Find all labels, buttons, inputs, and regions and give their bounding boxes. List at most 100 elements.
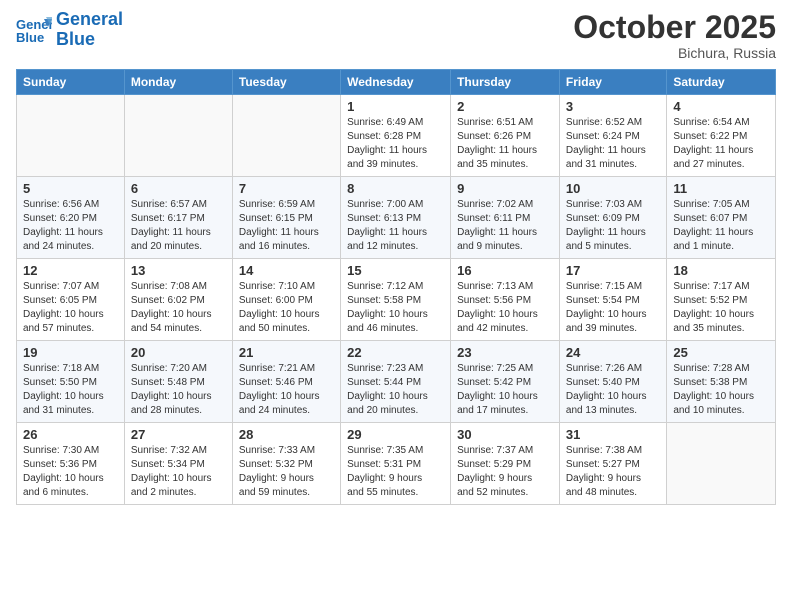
day-info: Sunrise: 7:12 AM Sunset: 5:58 PM Dayligh…	[347, 280, 444, 336]
day-number: 13	[131, 263, 226, 278]
day-cell-9: 9 Sunrise: 7:02 AM Sunset: 6:11 PM Daylig…	[451, 177, 560, 259]
day-number: 18	[673, 263, 769, 278]
day-info: Sunrise: 7:17 AM Sunset: 5:52 PM Dayligh…	[673, 280, 769, 336]
day-info: Sunrise: 7:02 AM Sunset: 6:11 PM Dayligh…	[457, 198, 553, 254]
day-cell-20: 20 Sunrise: 7:20 AM Sunset: 5:48 PM Dayli…	[124, 341, 232, 423]
calendar-week-2: 5 Sunrise: 6:56 AM Sunset: 6:20 PM Daylig…	[17, 177, 776, 259]
day-number: 14	[239, 263, 334, 278]
col-header-thursday: Thursday	[451, 70, 560, 95]
day-info: Sunrise: 7:03 AM Sunset: 6:09 PM Dayligh…	[566, 198, 660, 254]
day-info: Sunrise: 7:13 AM Sunset: 5:56 PM Dayligh…	[457, 280, 553, 336]
page: General Blue General Blue October 2025 B…	[0, 0, 792, 521]
day-info: Sunrise: 7:00 AM Sunset: 6:13 PM Dayligh…	[347, 198, 444, 254]
day-cell-7: 7 Sunrise: 6:59 AM Sunset: 6:15 PM Daylig…	[232, 177, 340, 259]
day-cell-15: 15Sunrise: 7:12 AM Sunset: 5:58 PM Dayli…	[341, 259, 451, 341]
day-info: Sunrise: 7:37 AM Sunset: 5:29 PM Dayligh…	[457, 444, 553, 500]
logo-icon: General Blue	[16, 15, 52, 45]
day-number: 6	[131, 181, 226, 196]
day-number: 7	[239, 181, 334, 196]
day-info: Sunrise: 7:38 AM Sunset: 5:27 PM Dayligh…	[566, 444, 660, 500]
day-cell-14: 14 Sunrise: 7:10 AM Sunset: 6:00 PM Dayli…	[232, 259, 340, 341]
col-header-tuesday: Tuesday	[232, 70, 340, 95]
day-cell-12: 12Sunrise: 7:07 AM Sunset: 6:05 PM Dayli…	[17, 259, 125, 341]
month-title: October 2025	[573, 10, 776, 45]
day-info: Sunrise: 7:26 AM Sunset: 5:40 PM Dayligh…	[566, 362, 660, 418]
day-number: 11	[673, 181, 769, 196]
day-cell-11: 11 Sunrise: 7:05 AM Sunset: 6:07 PM Dayli…	[667, 177, 776, 259]
day-info: Sunrise: 7:28 AM Sunset: 5:38 PM Dayligh…	[673, 362, 769, 418]
day-cell-10: 10 Sunrise: 7:03 AM Sunset: 6:09 PM Dayli…	[559, 177, 666, 259]
day-info: Sunrise: 7:10 AM Sunset: 6:00 PM Dayligh…	[239, 280, 334, 336]
day-number: 31	[566, 427, 660, 442]
day-info: Sunrise: 7:05 AM Sunset: 6:07 PM Dayligh…	[673, 198, 769, 254]
calendar-week-3: 12Sunrise: 7:07 AM Sunset: 6:05 PM Dayli…	[17, 259, 776, 341]
day-cell-25: 25 Sunrise: 7:28 AM Sunset: 5:38 PM Dayli…	[667, 341, 776, 423]
day-number: 26	[23, 427, 118, 442]
day-cell-28: 28Sunrise: 7:33 AM Sunset: 5:32 PM Dayli…	[232, 423, 340, 505]
day-number: 1	[347, 99, 444, 114]
day-info: Sunrise: 7:07 AM Sunset: 6:05 PM Dayligh…	[23, 280, 118, 336]
day-number: 2	[457, 99, 553, 114]
day-number: 23	[457, 345, 553, 360]
day-info: Sunrise: 7:32 AM Sunset: 5:34 PM Dayligh…	[131, 444, 226, 500]
col-header-saturday: Saturday	[667, 70, 776, 95]
logo: General Blue General Blue	[16, 10, 123, 50]
empty-cell	[667, 423, 776, 505]
day-cell-1: 1 Sunrise: 6:49 AM Sunset: 6:28 PM Daylig…	[341, 95, 451, 177]
calendar-week-5: 26 Sunrise: 7:30 AM Sunset: 5:36 PM Dayli…	[17, 423, 776, 505]
calendar-table: SundayMondayTuesdayWednesdayThursdayFrid…	[16, 69, 776, 505]
day-cell-22: 22Sunrise: 7:23 AM Sunset: 5:44 PM Dayli…	[341, 341, 451, 423]
col-header-wednesday: Wednesday	[341, 70, 451, 95]
col-header-sunday: Sunday	[17, 70, 125, 95]
day-cell-13: 13 Sunrise: 7:08 AM Sunset: 6:02 PM Dayli…	[124, 259, 232, 341]
empty-cell	[232, 95, 340, 177]
day-number: 5	[23, 181, 118, 196]
col-header-monday: Monday	[124, 70, 232, 95]
day-cell-16: 16 Sunrise: 7:13 AM Sunset: 5:56 PM Dayli…	[451, 259, 560, 341]
day-cell-18: 18 Sunrise: 7:17 AM Sunset: 5:52 PM Dayli…	[667, 259, 776, 341]
day-cell-8: 8Sunrise: 7:00 AM Sunset: 6:13 PM Daylig…	[341, 177, 451, 259]
calendar-week-4: 19 Sunrise: 7:18 AM Sunset: 5:50 PM Dayli…	[17, 341, 776, 423]
day-info: Sunrise: 6:57 AM Sunset: 6:17 PM Dayligh…	[131, 198, 226, 254]
day-number: 24	[566, 345, 660, 360]
day-info: Sunrise: 6:59 AM Sunset: 6:15 PM Dayligh…	[239, 198, 334, 254]
day-info: Sunrise: 7:30 AM Sunset: 5:36 PM Dayligh…	[23, 444, 118, 500]
calendar-header-row: SundayMondayTuesdayWednesdayThursdayFrid…	[17, 70, 776, 95]
day-cell-23: 23 Sunrise: 7:25 AM Sunset: 5:42 PM Dayli…	[451, 341, 560, 423]
day-number: 9	[457, 181, 553, 196]
day-number: 4	[673, 99, 769, 114]
day-info: Sunrise: 7:35 AM Sunset: 5:31 PM Dayligh…	[347, 444, 444, 500]
day-info: Sunrise: 7:25 AM Sunset: 5:42 PM Dayligh…	[457, 362, 553, 418]
day-number: 25	[673, 345, 769, 360]
col-header-friday: Friday	[559, 70, 666, 95]
title-block: October 2025 Bichura, Russia	[573, 10, 776, 61]
day-cell-27: 27 Sunrise: 7:32 AM Sunset: 5:34 PM Dayli…	[124, 423, 232, 505]
day-number: 17	[566, 263, 660, 278]
day-info: Sunrise: 7:18 AM Sunset: 5:50 PM Dayligh…	[23, 362, 118, 418]
day-info: Sunrise: 6:51 AM Sunset: 6:26 PM Dayligh…	[457, 116, 553, 172]
day-cell-5: 5 Sunrise: 6:56 AM Sunset: 6:20 PM Daylig…	[17, 177, 125, 259]
day-number: 20	[131, 345, 226, 360]
day-info: Sunrise: 7:20 AM Sunset: 5:48 PM Dayligh…	[131, 362, 226, 418]
day-number: 27	[131, 427, 226, 442]
day-number: 19	[23, 345, 118, 360]
day-number: 28	[239, 427, 334, 442]
day-cell-3: 3Sunrise: 6:52 AM Sunset: 6:24 PM Daylig…	[559, 95, 666, 177]
day-cell-2: 2 Sunrise: 6:51 AM Sunset: 6:26 PM Daylig…	[451, 95, 560, 177]
day-info: Sunrise: 7:21 AM Sunset: 5:46 PM Dayligh…	[239, 362, 334, 418]
day-number: 16	[457, 263, 553, 278]
day-number: 10	[566, 181, 660, 196]
day-cell-19: 19 Sunrise: 7:18 AM Sunset: 5:50 PM Dayli…	[17, 341, 125, 423]
logo-text: General Blue	[56, 10, 123, 50]
day-number: 3	[566, 99, 660, 114]
day-cell-6: 6 Sunrise: 6:57 AM Sunset: 6:17 PM Daylig…	[124, 177, 232, 259]
day-info: Sunrise: 7:08 AM Sunset: 6:02 PM Dayligh…	[131, 280, 226, 336]
day-info: Sunrise: 6:49 AM Sunset: 6:28 PM Dayligh…	[347, 116, 444, 172]
day-info: Sunrise: 6:56 AM Sunset: 6:20 PM Dayligh…	[23, 198, 118, 254]
day-cell-21: 21 Sunrise: 7:21 AM Sunset: 5:46 PM Dayli…	[232, 341, 340, 423]
day-number: 30	[457, 427, 553, 442]
day-cell-31: 31 Sunrise: 7:38 AM Sunset: 5:27 PM Dayli…	[559, 423, 666, 505]
day-number: 21	[239, 345, 334, 360]
day-info: Sunrise: 7:23 AM Sunset: 5:44 PM Dayligh…	[347, 362, 444, 418]
empty-cell	[17, 95, 125, 177]
